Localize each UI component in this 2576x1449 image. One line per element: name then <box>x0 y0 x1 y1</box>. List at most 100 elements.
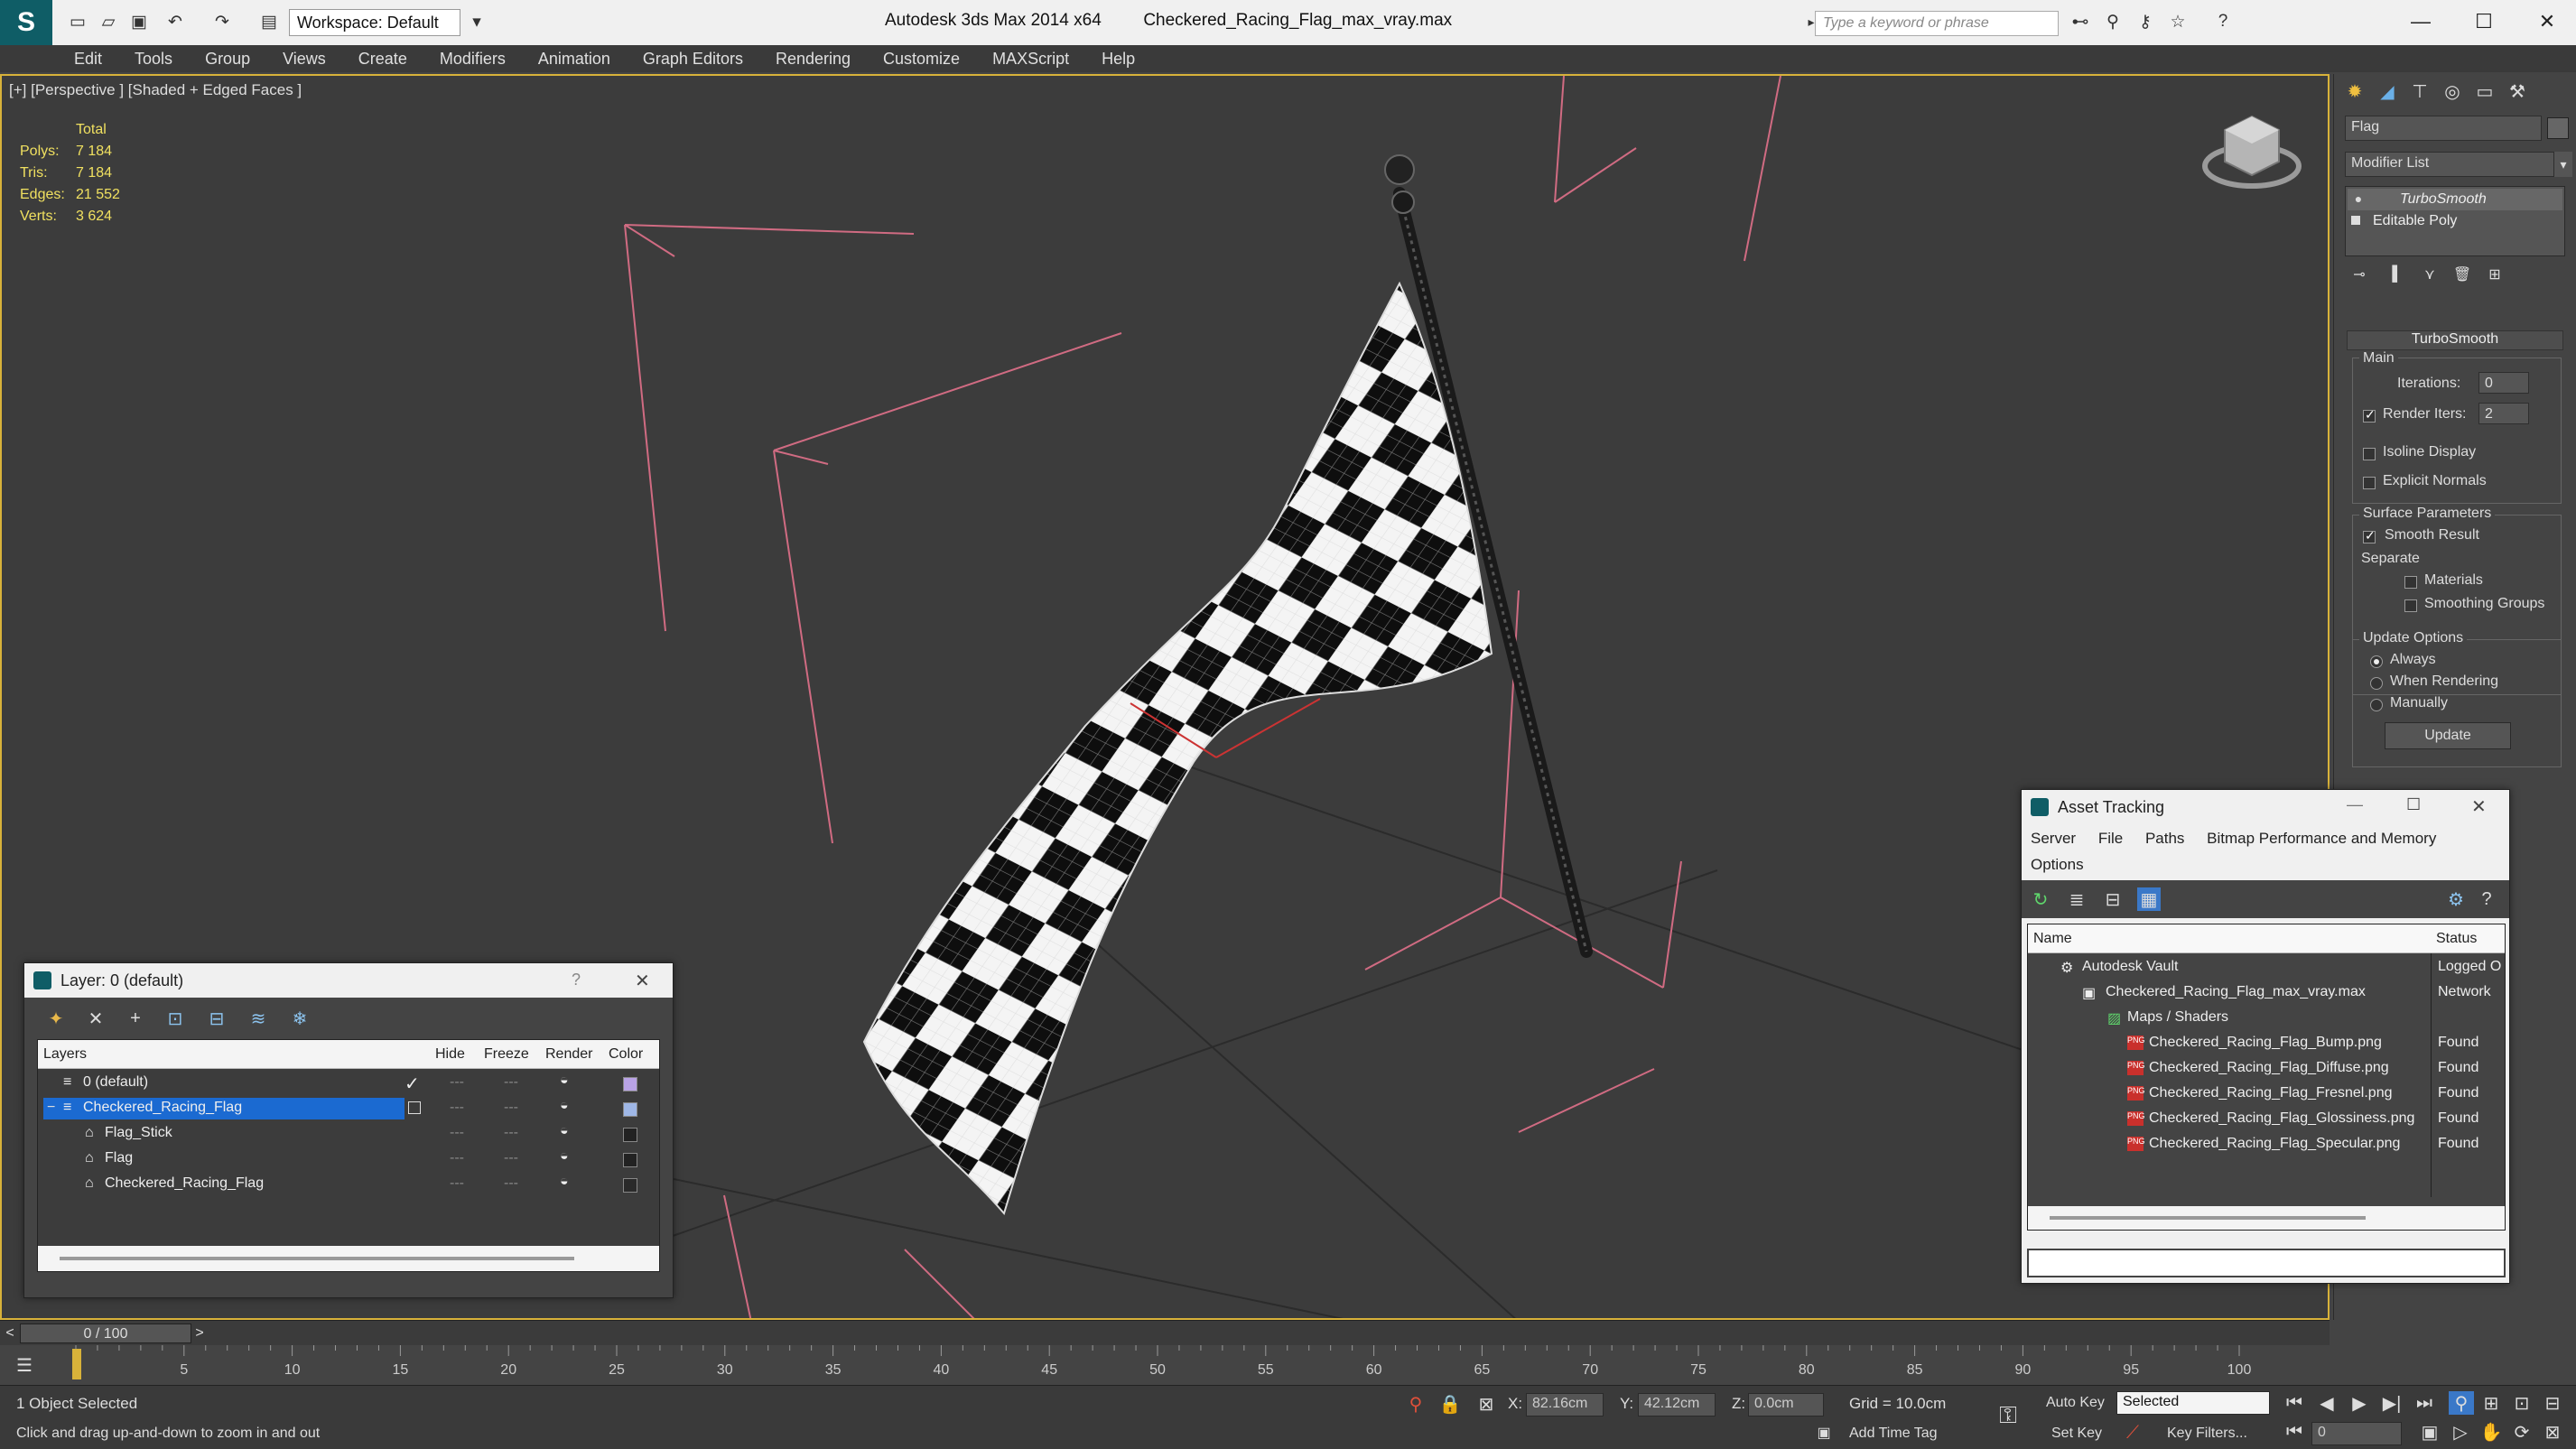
save-file-icon[interactable]: ▣ <box>126 9 152 34</box>
menu-rendering[interactable]: Rendering <box>776 50 851 69</box>
teapot-render-icon[interactable]: ◒ <box>560 1098 569 1114</box>
close-icon[interactable]: ✕ <box>2525 5 2570 38</box>
list-view-icon[interactable]: ≣ <box>2065 887 2088 911</box>
subscription-icon[interactable]: ⚷ <box>2133 9 2158 34</box>
object-name-field[interactable]: Flag <box>2345 116 2542 141</box>
communication-center-icon[interactable]: ⚲ <box>2100 9 2125 34</box>
mini-curve-editor-icon[interactable]: ☰ <box>9 1351 40 1379</box>
freeze-toggle[interactable]: --- <box>504 1150 518 1166</box>
maximize-icon[interactable]: ☐ <box>2461 5 2506 38</box>
menu-views[interactable]: Views <box>283 50 326 69</box>
redo-icon[interactable]: ↷ <box>209 9 235 34</box>
layer-row[interactable]: ⌂ Checkered_Racing_Flag --- --- ◒ <box>38 1172 659 1197</box>
create-layer-icon[interactable]: ✦ <box>42 1005 70 1032</box>
teapot-render-icon[interactable]: ◒ <box>560 1174 569 1190</box>
hide-all-icon[interactable]: ≋ <box>245 1005 272 1032</box>
menu-create[interactable]: Create <box>358 50 407 69</box>
key-icon[interactable]: ⟋ <box>2122 1422 2144 1444</box>
workspace-dropdown-icon[interactable]: ▾ <box>464 9 489 34</box>
asset-row[interactable]: PNG Checkered_Racing_Flag_Specular.png F… <box>2028 1132 2505 1157</box>
explicit-normals-checkbox[interactable] <box>2363 477 2376 489</box>
menu-animation[interactable]: Animation <box>538 50 610 69</box>
layer-row[interactable]: − ≡ Checkered_Racing_Flag --- --- ◒ <box>38 1096 659 1121</box>
freeze-all-icon[interactable]: ❄ <box>286 1005 313 1032</box>
render-iters-spinner[interactable]: 2 <box>2478 403 2529 424</box>
help-icon[interactable]: ? <box>572 971 581 989</box>
modifier-list-dropdown[interactable]: Modifier List <box>2345 152 2554 177</box>
asset-menu-paths[interactable]: Paths <box>2145 830 2184 847</box>
display-tab-icon[interactable]: ▭ <box>2471 78 2498 105</box>
col-hide[interactable]: Hide <box>435 1046 465 1063</box>
delete-layer-icon[interactable]: ✕ <box>82 1005 109 1032</box>
favorites-star-icon[interactable]: ☆ <box>2165 9 2190 34</box>
teapot-render-icon[interactable]: ◒ <box>560 1148 569 1165</box>
highlight-layer-icon[interactable]: ⊟ <box>203 1005 230 1032</box>
layer-color-swatch[interactable] <box>623 1077 637 1091</box>
tree-view-icon[interactable]: ⊟ <box>2101 887 2125 911</box>
field-of-view-icon[interactable]: ▷ <box>2449 1420 2472 1444</box>
scrollbar-thumb[interactable] <box>2050 1216 2366 1220</box>
key-set-dropdown[interactable]: Selected <box>2116 1391 2270 1415</box>
layer-color-swatch[interactable] <box>623 1102 637 1117</box>
motion-tab-icon[interactable]: ◎ <box>2439 78 2466 105</box>
hide-toggle[interactable]: --- <box>450 1074 464 1091</box>
y-coordinate-field[interactable]: 42.12cm <box>1638 1393 1716 1416</box>
object-color-swatch[interactable] <box>2547 117 2569 139</box>
auto-key-button[interactable]: Auto Key <box>2046 1395 2105 1411</box>
col-freeze[interactable]: Freeze <box>484 1046 529 1063</box>
prev-frame-arrow-icon[interactable]: < <box>2 1323 18 1344</box>
when-rendering-radio[interactable] <box>2370 677 2383 690</box>
app-logo-icon[interactable]: S <box>0 0 52 45</box>
previous-frame-icon[interactable]: ◀ <box>2315 1391 2339 1415</box>
update-button[interactable]: Update <box>2385 722 2511 749</box>
pan-view-icon[interactable]: ✋ <box>2479 1420 2503 1444</box>
show-end-result-icon[interactable]: ▌ <box>2386 264 2408 285</box>
make-unique-icon[interactable]: ⋎ <box>2419 264 2441 285</box>
workspace-select[interactable]: Workspace: Default <box>289 9 460 36</box>
asset-row[interactable]: ▣ Checkered_Racing_Flag_max_vray.max Net… <box>2028 980 2505 1006</box>
asset-dialog-titlebar[interactable]: Asset Tracking — ☐ ✕ <box>2022 790 2509 824</box>
zoom-extents-icon[interactable]: ⊡ <box>2510 1391 2534 1415</box>
refresh-icon[interactable]: ↻ <box>2029 887 2052 911</box>
modify-tab-icon[interactable]: ◢ <box>2374 78 2401 105</box>
smoothing-groups-checkbox[interactable] <box>2404 599 2417 612</box>
menu-graph-editors[interactable]: Graph Editors <box>643 50 743 69</box>
layer-row[interactable]: ⌂ Flag_Stick --- --- ◒ <box>38 1121 659 1147</box>
col-status[interactable]: Status <box>2436 931 2477 947</box>
selection-lock-icon[interactable]: 🔒 <box>1439 1393 1462 1415</box>
hide-toggle[interactable]: --- <box>450 1175 464 1192</box>
maximize-icon[interactable]: ☐ <box>2406 795 2421 814</box>
asset-row[interactable]: PNG Checkered_Racing_Flag_Glossiness.png… <box>2028 1107 2505 1132</box>
lightbulb-icon[interactable]: ● <box>2351 190 2366 208</box>
always-radio[interactable] <box>2370 655 2383 668</box>
teapot-render-icon[interactable]: ◒ <box>560 1123 569 1139</box>
next-frame-arrow-icon[interactable]: > <box>191 1323 208 1344</box>
asset-menu-file[interactable]: File <box>2098 830 2123 847</box>
viewcube[interactable] <box>2202 115 2302 189</box>
current-frame-marker[interactable] <box>72 1349 81 1379</box>
menu-maxscript[interactable]: MAXScript <box>992 50 1069 69</box>
scrollbar-thumb[interactable] <box>60 1257 574 1260</box>
isolate-selection-icon[interactable]: ⚲ <box>1405 1393 1427 1415</box>
options-icon[interactable]: ? <box>2475 887 2498 911</box>
search-input[interactable]: Type a keyword or phrase <box>1815 11 2059 36</box>
freeze-toggle[interactable]: --- <box>504 1125 518 1141</box>
object-color-swatch[interactable] <box>623 1178 637 1193</box>
horizontal-scrollbar[interactable] <box>38 1246 659 1271</box>
asset-menu-bitmap[interactable]: Bitmap Performance and Memory <box>2207 830 2436 847</box>
next-frame-icon[interactable]: ▶| <box>2380 1391 2404 1415</box>
add-time-tag[interactable]: Add Time Tag <box>1849 1426 1938 1442</box>
select-objects-icon[interactable]: ⊡ <box>162 1005 189 1032</box>
add-to-layer-icon[interactable]: + <box>122 1005 149 1032</box>
configure-sets-icon[interactable]: ⊞ <box>2484 264 2506 285</box>
project-folder-icon[interactable]: ▤ <box>256 9 282 34</box>
layer-row[interactable]: ≡ 0 (default) ✓ --- --- ◒ <box>38 1071 659 1096</box>
menu-group[interactable]: Group <box>205 50 250 69</box>
asset-row[interactable]: PNG Checkered_Racing_Flag_Fresnel.png Fo… <box>2028 1082 2505 1107</box>
zoom-all-icon[interactable]: ⊞ <box>2479 1391 2503 1415</box>
materials-checkbox[interactable] <box>2404 576 2417 589</box>
asset-menu-server[interactable]: Server <box>2031 830 2076 847</box>
freeze-toggle[interactable]: --- <box>504 1175 518 1192</box>
viewport-label[interactable]: [+] [Perspective ] [Shaded + Edged Faces… <box>9 81 302 99</box>
smooth-result-checkbox[interactable] <box>2363 528 2376 543</box>
